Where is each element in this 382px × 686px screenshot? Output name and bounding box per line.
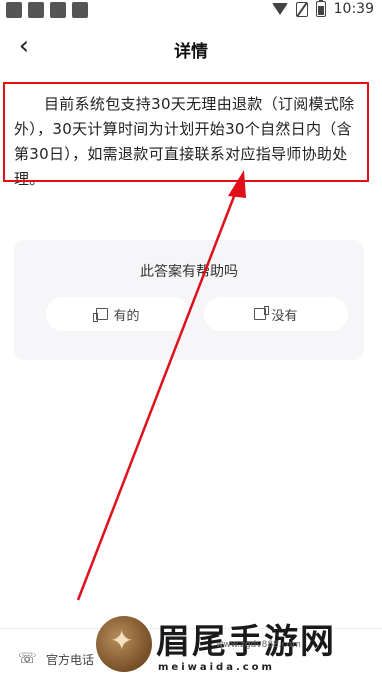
header: ‹ 详情 bbox=[0, 22, 382, 72]
wifi-icon bbox=[271, 3, 288, 15]
status-bar: 10:39 bbox=[0, 0, 382, 22]
system-icons: 10:39 bbox=[271, 0, 374, 17]
page-title: 详情 bbox=[174, 42, 208, 62]
watermark: 眉尾手游网 www.zgdv888.com meiwaida.com bbox=[96, 612, 376, 682]
helpful-yes-button[interactable]: 有的 bbox=[46, 297, 190, 331]
helpful-yes-label: 有的 bbox=[113, 308, 140, 324]
battery-icon bbox=[315, 0, 326, 17]
app-icon bbox=[6, 2, 22, 18]
helpful-no-button[interactable]: 没有 bbox=[204, 297, 348, 331]
watermark-sub: www.zgdv888.com bbox=[216, 640, 301, 650]
watermark-logo bbox=[96, 616, 152, 672]
thumbs-up-icon bbox=[93, 308, 109, 322]
helpful-no-label: 没有 bbox=[271, 308, 298, 324]
no-sim-icon bbox=[295, 1, 308, 17]
thumbs-down-icon bbox=[254, 308, 267, 320]
feedback-card: 此答案有帮助吗 有的 没有 bbox=[14, 240, 364, 360]
notification-icons bbox=[6, 2, 88, 18]
watermark-title: 眉尾手游网 bbox=[156, 622, 336, 662]
app-icon bbox=[72, 2, 88, 18]
phone-icon[interactable]: ☏ bbox=[18, 649, 37, 667]
official-phone-label[interactable]: 官方电话 bbox=[46, 651, 94, 668]
app-icon bbox=[50, 2, 66, 18]
watermark-url: meiwaida.com bbox=[158, 662, 275, 673]
status-time: 10:39 bbox=[333, 1, 374, 17]
feedback-question: 此答案有帮助吗 bbox=[140, 264, 238, 280]
app-icon bbox=[28, 2, 44, 18]
highlight-box bbox=[3, 82, 369, 182]
